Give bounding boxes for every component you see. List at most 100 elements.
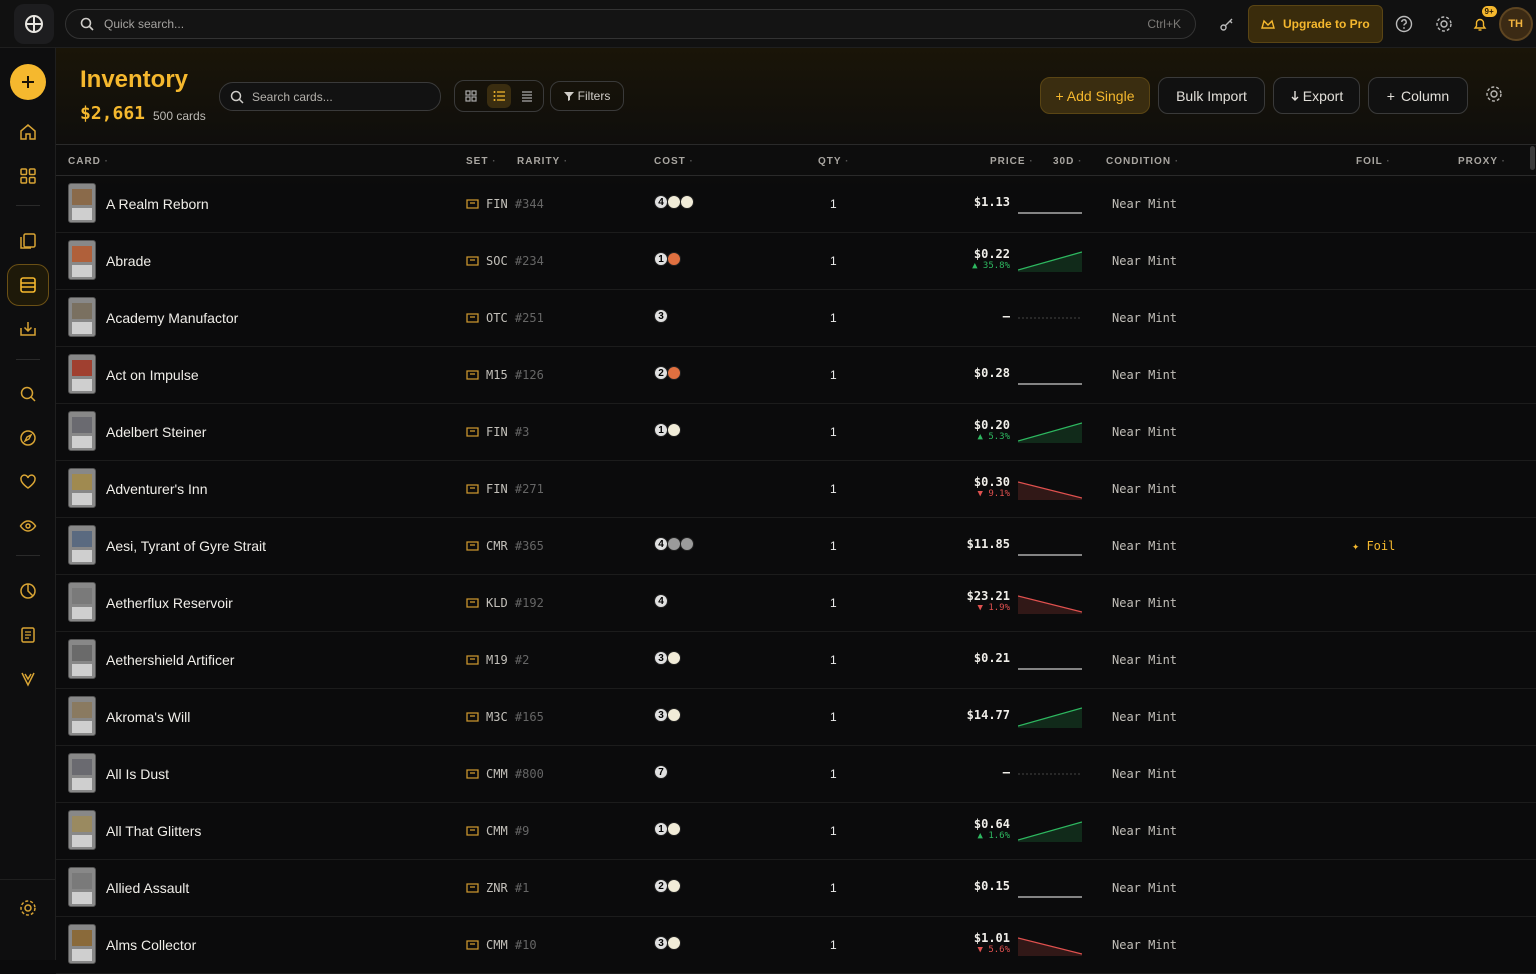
add-single-button[interactable]: + Add Single: [1040, 77, 1150, 114]
card-thumbnail[interactable]: [68, 810, 96, 850]
condition[interactable]: Near Mint: [1112, 938, 1177, 952]
quantity[interactable]: 1: [830, 710, 837, 724]
condition[interactable]: Near Mint: [1112, 596, 1177, 610]
table-row[interactable]: Adventurer's Inn FIN #271 1 $0.30 ▼ 9.1% …: [56, 461, 1536, 518]
foil-badge[interactable]: ✦ Foil: [1352, 539, 1395, 553]
notifications-button[interactable]: 9+: [1465, 5, 1497, 39]
sidebar-item-explore[interactable]: [14, 424, 42, 452]
export-button[interactable]: Export: [1273, 77, 1360, 114]
table-settings-button[interactable]: [1484, 84, 1506, 106]
avatar[interactable]: TH: [1498, 6, 1533, 41]
table-row[interactable]: Aesi, Tyrant of Gyre Strait CMR #365 4 1…: [56, 518, 1536, 575]
table-row[interactable]: Alms Collector CMM #10 3 1 $1.01 ▼ 5.6% N…: [56, 917, 1536, 974]
column-header-30d[interactable]: 30D: [1053, 156, 1082, 167]
grid-view-button[interactable]: [459, 84, 483, 108]
card-thumbnail[interactable]: [68, 639, 96, 679]
quantity[interactable]: 1: [830, 881, 837, 895]
card-name[interactable]: All Is Dust: [106, 766, 169, 782]
condition[interactable]: Near Mint: [1112, 767, 1177, 781]
card-thumbnail[interactable]: [68, 468, 96, 508]
card-thumbnail[interactable]: [68, 753, 96, 793]
table-row[interactable]: All That Glitters CMM #9 1 1 $0.64 ▲ 1.6%…: [56, 803, 1536, 860]
sidebar-item-search[interactable]: [14, 380, 42, 408]
sidebar-item-collection[interactable]: [14, 227, 42, 255]
card-thumbnail[interactable]: [68, 354, 96, 394]
card-thumbnail[interactable]: [68, 297, 96, 337]
condition[interactable]: Near Mint: [1112, 653, 1177, 667]
quantity[interactable]: 1: [830, 653, 837, 667]
table-row[interactable]: Aetherflux Reservoir KLD #192 4 1 $23.21…: [56, 575, 1536, 632]
table-row[interactable]: Aethershield Artificer M19 #2 3 1 $0.21 …: [56, 632, 1536, 689]
sidebar-item-wishlist[interactable]: [14, 468, 42, 496]
card-name[interactable]: Aethershield Artificer: [106, 652, 234, 668]
table-row[interactable]: Allied Assault ZNR #1 2 1 $0.15 Near Min…: [56, 860, 1536, 917]
column-header-rarity[interactable]: RARITY: [517, 156, 568, 167]
table-row[interactable]: All Is Dust CMM #800 7 1 — Near Mint: [56, 746, 1536, 803]
add-button[interactable]: [10, 64, 46, 100]
quantity[interactable]: 1: [830, 539, 837, 553]
sidebar-item-inventory[interactable]: [7, 264, 49, 306]
card-name[interactable]: Aetherflux Reservoir: [106, 595, 233, 611]
condition[interactable]: Near Mint: [1112, 197, 1177, 211]
column-header-foil[interactable]: FOIL: [1356, 156, 1391, 167]
condition[interactable]: Near Mint: [1112, 368, 1177, 382]
compact-view-button[interactable]: [515, 84, 539, 108]
condition[interactable]: Near Mint: [1112, 881, 1177, 895]
condition[interactable]: Near Mint: [1112, 710, 1177, 724]
condition[interactable]: Near Mint: [1112, 425, 1177, 439]
column-header-card[interactable]: CARD: [68, 156, 109, 167]
add-column-button[interactable]: + Column: [1368, 77, 1468, 114]
card-name[interactable]: Act on Impulse: [106, 367, 199, 383]
card-search-input[interactable]: Search cards...: [219, 82, 441, 111]
quantity[interactable]: 1: [830, 311, 837, 325]
card-name[interactable]: Alms Collector: [106, 937, 196, 953]
sidebar-item-notes[interactable]: [14, 621, 42, 649]
sidebar-item-import[interactable]: [14, 315, 42, 343]
condition[interactable]: Near Mint: [1112, 539, 1177, 553]
condition[interactable]: Near Mint: [1112, 311, 1177, 325]
help-button[interactable]: [1389, 9, 1419, 39]
quantity[interactable]: 1: [830, 425, 837, 439]
card-thumbnail[interactable]: [68, 240, 96, 280]
upgrade-button[interactable]: Upgrade to Pro: [1248, 4, 1383, 43]
quantity[interactable]: 1: [830, 254, 837, 268]
card-name[interactable]: Aesi, Tyrant of Gyre Strait: [106, 538, 266, 554]
column-header-cost[interactable]: COST: [654, 156, 694, 167]
quantity[interactable]: 1: [830, 368, 837, 382]
scrollbar-thumb[interactable]: [1530, 146, 1535, 170]
quick-search-input[interactable]: Quick search... Ctrl+K: [65, 8, 1196, 39]
card-thumbnail[interactable]: [68, 867, 96, 907]
condition[interactable]: Near Mint: [1112, 254, 1177, 268]
quantity[interactable]: 1: [830, 197, 837, 211]
condition[interactable]: Near Mint: [1112, 824, 1177, 838]
table-row[interactable]: Act on Impulse M15 #126 2 1 $0.28 Near M…: [56, 347, 1536, 404]
settings-button[interactable]: [1429, 9, 1459, 39]
card-name[interactable]: Allied Assault: [106, 880, 189, 896]
quantity[interactable]: 1: [830, 596, 837, 610]
column-header-condition[interactable]: CONDITION: [1106, 156, 1179, 167]
card-name[interactable]: Adelbert Steiner: [106, 424, 206, 440]
card-thumbnail[interactable]: [68, 411, 96, 451]
card-name[interactable]: Academy Manufactor: [106, 310, 238, 326]
card-name[interactable]: All That Glitters: [106, 823, 201, 839]
column-header-qty[interactable]: QTY: [818, 156, 850, 167]
card-name[interactable]: Akroma's Will: [106, 709, 190, 725]
column-header-proxy[interactable]: PROXY: [1458, 156, 1506, 167]
quantity[interactable]: 1: [830, 938, 837, 952]
card-thumbnail[interactable]: [68, 696, 96, 736]
table-row[interactable]: Academy Manufactor OTC #251 3 1 — Near M…: [56, 290, 1536, 347]
table-row[interactable]: Abrade SOC #234 1 1 $0.22 ▲ 35.8% Near Mi…: [56, 233, 1536, 290]
condition[interactable]: Near Mint: [1112, 482, 1177, 496]
quantity[interactable]: 1: [830, 482, 837, 496]
table-row[interactable]: A Realm Reborn FIN #344 4 1 $1.13 Near M…: [56, 176, 1536, 233]
card-name[interactable]: Adventurer's Inn: [106, 481, 208, 497]
list-view-button[interactable]: [487, 84, 511, 108]
table-row[interactable]: Akroma's Will M3C #165 3 1 $14.77 Near M…: [56, 689, 1536, 746]
card-thumbnail[interactable]: [68, 183, 96, 223]
card-thumbnail[interactable]: [68, 582, 96, 622]
card-name[interactable]: A Realm Reborn: [106, 196, 209, 212]
sidebar-item-dashboard[interactable]: [14, 162, 42, 190]
column-header-price[interactable]: PRICE: [990, 156, 1034, 167]
card-thumbnail[interactable]: [68, 924, 96, 964]
quantity[interactable]: 1: [830, 767, 837, 781]
